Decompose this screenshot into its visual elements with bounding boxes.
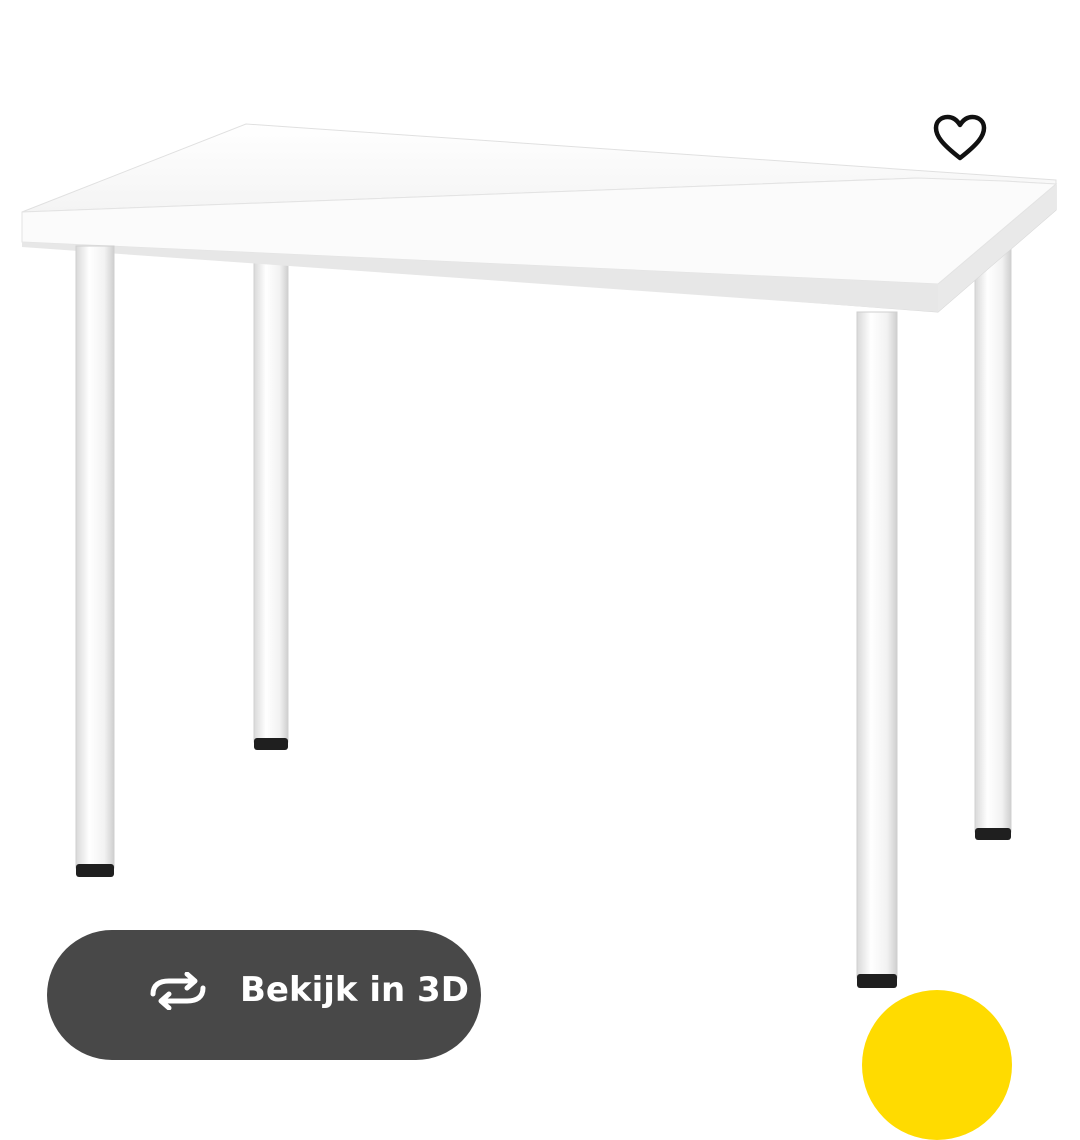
product-image (21, 123, 1058, 988)
favorite-button[interactable] (922, 106, 998, 170)
table-leg-back-left (253, 257, 289, 750)
heart-outline-icon (933, 114, 987, 161)
table-leg-back-right (974, 247, 1012, 840)
view-3d-label: Bekijk in 3D (240, 970, 469, 1010)
view-3d-button[interactable]: Bekijk in 3D (47, 930, 481, 1060)
table-leg-front-right (856, 311, 898, 988)
yellow-action-button[interactable] (862, 990, 1012, 1140)
table-top (21, 123, 1058, 313)
table-leg-front-left (75, 245, 115, 877)
rotate-3d-icon (150, 972, 206, 1010)
